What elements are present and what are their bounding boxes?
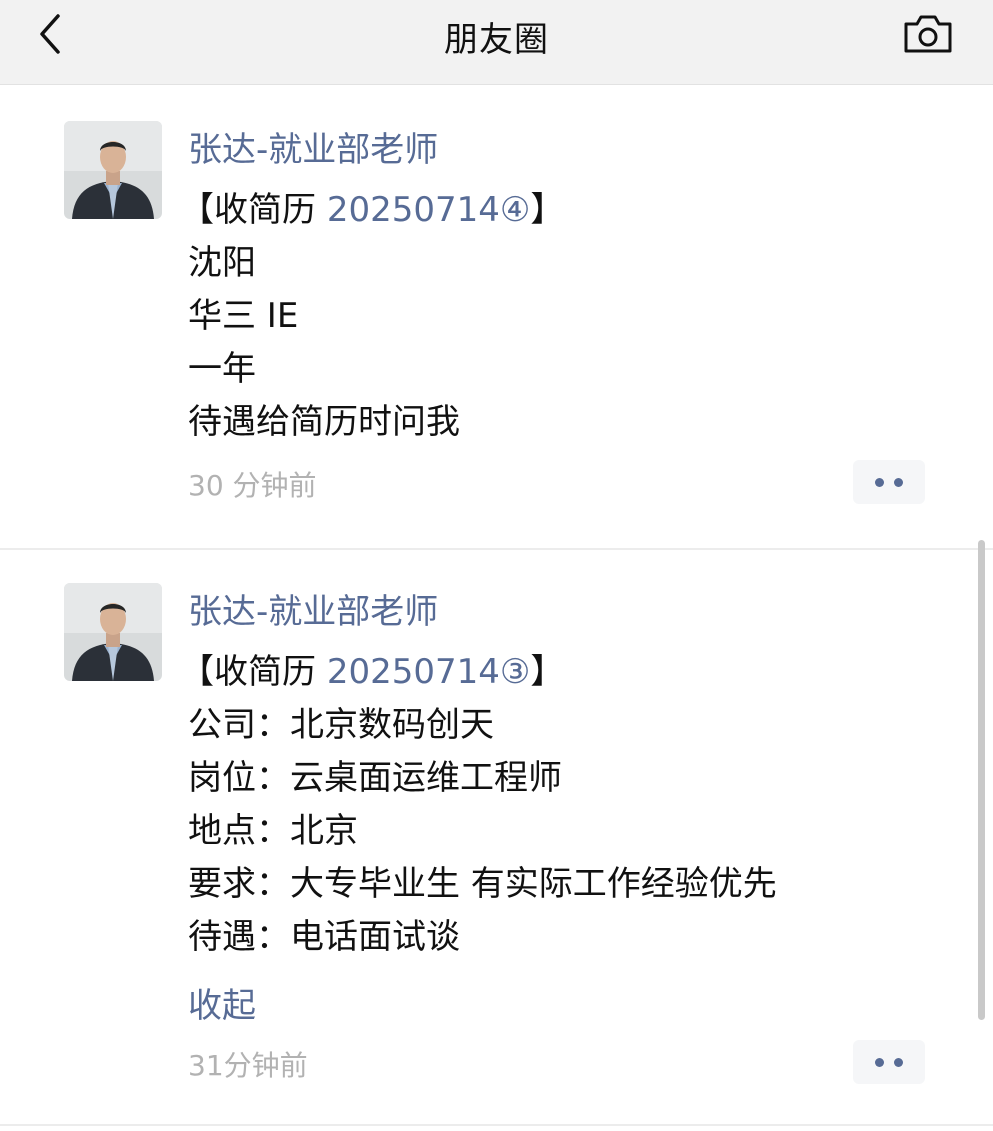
camera-icon [904,15,952,53]
post-line: 要求：大专毕业生 有实际工作经验优先 [188,864,777,904]
avatar-portrait-icon [64,121,162,219]
more-actions-button[interactable] [853,460,925,504]
avatar[interactable] [64,121,162,219]
more-actions-button[interactable] [853,1040,925,1084]
collapse-link[interactable]: 收起 [188,978,256,1027]
post-content: 【收简历 20250714③】 公司：北京数码创天 岗位：云桌面运维工程师 地点… [180,646,920,964]
post-author-name[interactable]: 张达-就业部老师 [188,584,438,633]
post-timestamp: 31分钟前 [188,1049,308,1082]
post-line: 地点：北京 [188,811,358,851]
moment-post: 张达-就业部老师 【收简历 20250714④】 沈阳 华三 IE 一年 待遇给… [0,88,993,548]
post-divider [0,1124,993,1126]
post-headline: 【收简历 20250714④】 [180,184,920,237]
avatar-portrait-icon [64,583,162,681]
post-headline-prefix: 【收简历 [180,190,327,230]
post-author-name[interactable]: 张达-就业部老师 [188,122,438,171]
page-title: 朋友圈 [444,20,549,60]
post-code: 20250714④ [326,190,531,230]
more-dot-icon [875,478,884,487]
post-line: 公司：北京数码创天 [188,705,494,745]
post-headline-suffix: 】 [530,652,565,692]
top-nav-bar: 朋友圈 [0,0,993,85]
post-headline-prefix: 【收简历 [180,652,327,692]
avatar[interactable] [64,583,162,681]
camera-button[interactable] [902,12,954,56]
post-code: 20250714③ [326,652,531,692]
post-line: 沈阳 [188,243,256,283]
post-line: 华三 IE [188,296,299,336]
post-headline: 【收简历 20250714③】 [180,646,920,699]
more-dot-icon [894,1058,903,1067]
post-line: 待遇：电话面试谈 [188,917,460,957]
more-dot-icon [875,1058,884,1067]
moment-post: 张达-就业部老师 【收简历 20250714③】 公司：北京数码创天 岗位：云桌… [0,550,993,1110]
scrollbar[interactable] [978,540,985,1020]
post-content: 【收简历 20250714④】 沈阳 华三 IE 一年 待遇给简历时问我 [180,184,920,449]
post-line: 岗位：云桌面运维工程师 [188,758,562,798]
post-line: 一年 [188,349,256,389]
more-dot-icon [894,478,903,487]
post-line: 待遇给简历时问我 [188,402,460,442]
post-headline-suffix: 】 [530,190,565,230]
post-timestamp: 30 分钟前 [188,469,317,502]
